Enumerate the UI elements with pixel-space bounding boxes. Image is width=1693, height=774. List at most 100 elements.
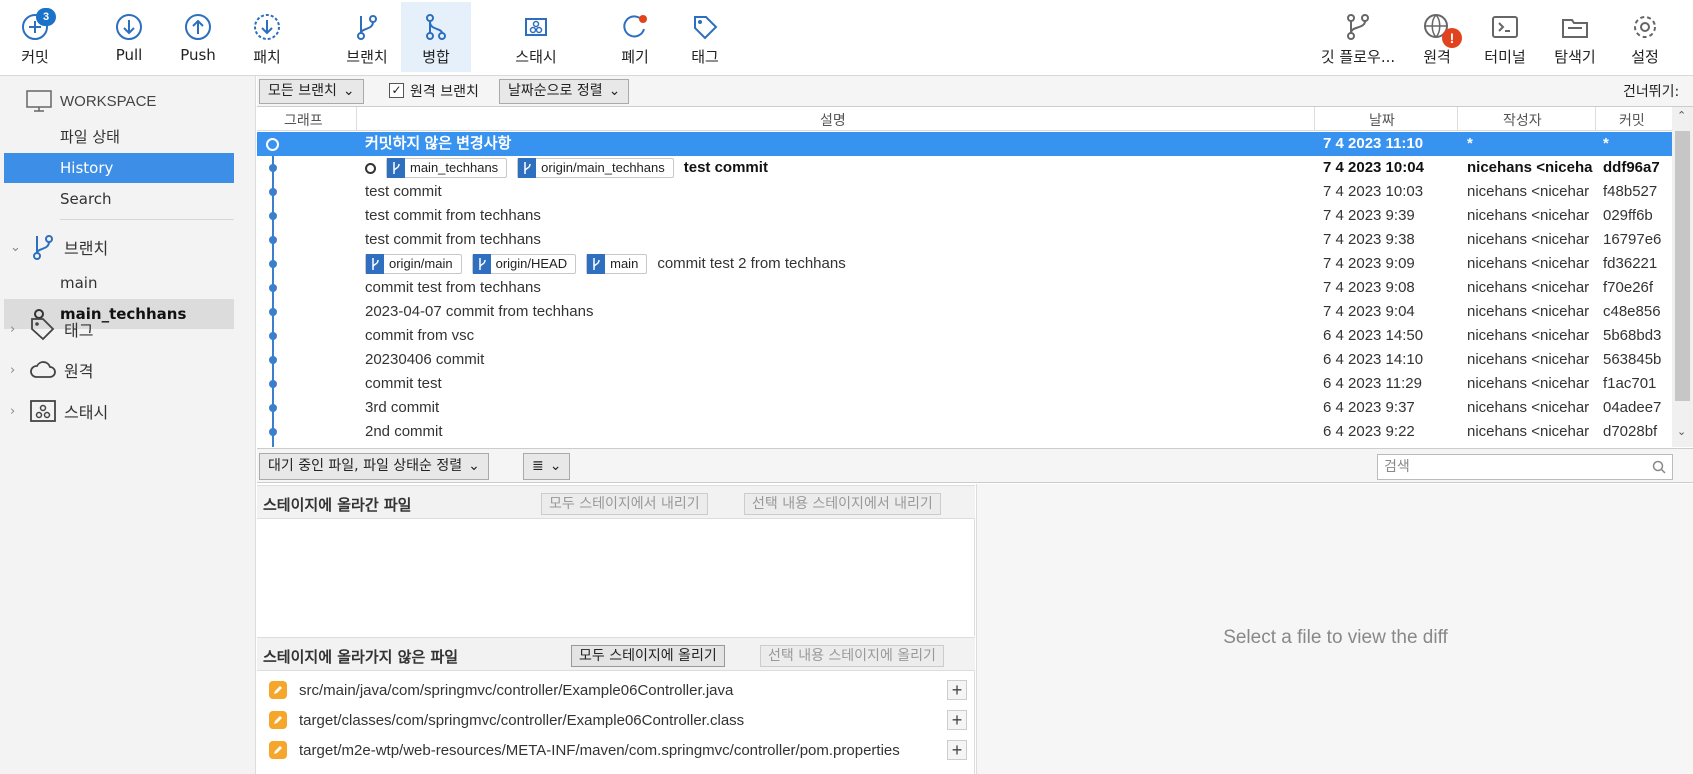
sidebar-item-history[interactable]: History — [4, 153, 234, 183]
branch-tag[interactable]: origin/main_techhans — [517, 158, 674, 178]
merge-button[interactable]: 병합 — [401, 2, 471, 72]
column-divider[interactable] — [356, 107, 357, 131]
table-header: 그래프 설명 날짜 작성자 커밋 — [257, 107, 1673, 131]
commit-date: 7 4 2023 9:04 — [1323, 303, 1415, 320]
column-divider[interactable] — [1314, 107, 1315, 131]
stashes-group[interactable]: › 스태시 — [10, 398, 108, 424]
push-label: Push — [180, 46, 216, 64]
commit-author: nicehans <nicehar — [1467, 327, 1590, 344]
branch-icon — [518, 158, 537, 178]
sort-dropdown[interactable]: 날짜순으로 정렬 ⌄ — [499, 79, 630, 104]
branch-tag[interactable]: origin/HEAD — [471, 254, 577, 274]
chevron-right-icon: › — [10, 362, 16, 378]
terminal-button[interactable]: 터미널 — [1470, 2, 1540, 72]
remote-label: 원격 — [1423, 48, 1451, 66]
unstage-selected-button[interactable]: 선택 내용 스테이지에서 내리기 — [744, 493, 941, 515]
push-button[interactable]: Push — [163, 2, 233, 72]
commit-hash: f70e26f — [1603, 279, 1654, 296]
table-row[interactable]: 2023-04-07 commit from techhans 7 4 2023… — [257, 300, 1673, 324]
branch-tag[interactable]: main — [586, 254, 648, 274]
table-row[interactable]: test commit from techhans 7 4 2023 9:38 … — [257, 228, 1673, 252]
column-graph[interactable]: 그래프 — [284, 110, 323, 130]
remotes-group[interactable]: › 원격 — [10, 357, 93, 383]
gitflow-button[interactable]: 깃 플로우... — [1318, 2, 1398, 72]
sidebar-item-search[interactable]: Search — [4, 184, 234, 214]
stage-all-button[interactable]: 모두 스테이지에 올리기 — [571, 645, 725, 667]
stash-button[interactable]: 스태시 — [501, 2, 571, 72]
branch-filter-dropdown[interactable]: 모든 브랜치 ⌄ — [259, 79, 364, 104]
stage-file-button[interactable]: + — [947, 680, 967, 700]
patch-button[interactable]: 패치 — [232, 2, 302, 72]
list-item[interactable]: src/main/java/com/springmvc/controller/E… — [257, 675, 975, 705]
table-row[interactable]: test commit from techhans 7 4 2023 9:39 … — [257, 204, 1673, 228]
settings-button[interactable]: 설정 — [1610, 2, 1680, 72]
table-row[interactable]: 3rd commit 6 4 2023 9:37 nicehans <niceh… — [257, 396, 1673, 420]
scroll-up-icon[interactable]: ⌃ — [1677, 109, 1686, 122]
branch-icon — [387, 158, 405, 178]
list-view-icon: ≣ — [532, 458, 544, 474]
unstaged-files-title: 스테이지에 올라가지 않은 파일 — [263, 648, 459, 666]
table-row[interactable]: commit from vsc 6 4 2023 14:50 nicehans … — [257, 324, 1673, 348]
pull-button[interactable]: Pull — [94, 2, 164, 72]
commit-hash: 04adee7 — [1603, 399, 1662, 416]
sidebar-item-file-status[interactable]: 파일 상태 — [4, 122, 234, 152]
commit-label: 커밋 — [21, 48, 49, 66]
branches-group[interactable]: ⌄ 브랜치 — [10, 234, 108, 260]
table-row[interactable]: 2nd commit 6 4 2023 9:22 nicehans <niceh… — [257, 420, 1673, 444]
column-date[interactable]: 날짜 — [1369, 110, 1395, 130]
tags-group[interactable]: › 태그 — [10, 316, 93, 342]
discard-button[interactable]: 폐기 — [600, 2, 670, 72]
table-row[interactable]: commit test from techhans 7 4 2023 9:08 … — [257, 276, 1673, 300]
commit-hash: 029ff6b — [1603, 207, 1653, 224]
remote-branch-checkbox[interactable]: ✓ — [389, 83, 404, 98]
commit-table: 그래프 설명 날짜 작성자 커밋 커밋하지 않은 변경사항 7 4 2023 1… — [257, 107, 1673, 447]
terminal-label: 터미널 — [1484, 48, 1526, 66]
table-scrollbar[interactable]: ⌃ ⌄ — [1672, 107, 1693, 447]
scroll-down-icon[interactable]: ⌄ — [1677, 425, 1686, 438]
table-row[interactable]: main_techhans origin/main_techhans test … — [257, 156, 1673, 180]
search-icon — [1652, 460, 1666, 474]
graph-node — [269, 356, 277, 364]
table-row[interactable]: 20230406 commit 6 4 2023 14:10 nicehans … — [257, 348, 1673, 372]
column-author[interactable]: 작성자 — [1503, 110, 1542, 130]
sidebar-branch-main[interactable]: main — [4, 268, 234, 298]
list-item[interactable]: target/m2e-wtp/web-resources/META-INF/ma… — [257, 735, 975, 765]
branches-label: 브랜치 — [64, 239, 109, 258]
stash-icon — [525, 18, 547, 36]
commit-date: 7 4 2023 9:38 — [1323, 231, 1415, 248]
commit-author: nicehans <nicehar — [1467, 207, 1590, 224]
unstage-all-button[interactable]: 모두 스테이지에서 내리기 — [541, 493, 708, 515]
table-row[interactable]: test commit 7 4 2023 10:03 nicehans <nic… — [257, 180, 1673, 204]
table-row[interactable]: 커밋하지 않은 변경사항 7 4 2023 11:10 * * — [257, 132, 1673, 156]
commit-description: 커밋하지 않은 변경사항 — [365, 135, 512, 152]
column-description[interactable]: 설명 — [820, 110, 846, 130]
file-sort-dropdown[interactable]: 대기 중인 파일, 파일 상태순 정렬 ⌄ — [259, 453, 489, 480]
stage-file-button[interactable]: + — [947, 740, 967, 760]
scrollbar-thumb[interactable] — [1675, 131, 1690, 401]
explorer-button[interactable]: 탐색기 — [1540, 2, 1610, 72]
view-mode-dropdown[interactable]: ≣ ⌄ — [523, 453, 571, 480]
tag-button[interactable]: 태그 — [670, 2, 740, 72]
commit-date: 7 4 2023 9:08 — [1323, 279, 1415, 296]
branch-button[interactable]: 브랜치 — [332, 2, 402, 72]
commit-author: nicehans <nicehar — [1467, 231, 1590, 248]
branch-tag[interactable]: origin/main — [365, 254, 462, 274]
commit-button[interactable]: 3 커밋 — [0, 2, 70, 72]
table-row[interactable]: origin/main origin/HEAD main commit test… — [257, 252, 1673, 276]
staged-files-title: 스테이지에 올라간 파일 — [263, 496, 412, 514]
column-divider[interactable] — [1595, 107, 1596, 131]
stage-selected-button[interactable]: 선택 내용 스테이지에 올리기 — [760, 645, 944, 667]
pencil-icon — [269, 741, 287, 759]
stage-file-button[interactable]: + — [947, 710, 967, 730]
stash-icon — [30, 400, 56, 422]
search-input[interactable]: 검색 — [1377, 454, 1673, 480]
column-commit[interactable]: 커밋 — [1619, 110, 1645, 130]
list-item[interactable]: target/classes/com/springmvc/controller/… — [257, 705, 975, 735]
toolbar: 3 커밋 Pull Push 패치 브랜치 병합 스태시 폐기 태그 깃 플로우… — [0, 0, 1693, 76]
table-row[interactable]: commit test 6 4 2023 11:29 nicehans <nic… — [257, 372, 1673, 396]
branch-tag[interactable]: main_techhans — [386, 158, 508, 178]
column-divider[interactable] — [1457, 107, 1458, 131]
remote-button[interactable]: ! 원격 — [1402, 2, 1472, 72]
folder-icon — [1562, 19, 1588, 38]
graph-node — [269, 428, 277, 436]
